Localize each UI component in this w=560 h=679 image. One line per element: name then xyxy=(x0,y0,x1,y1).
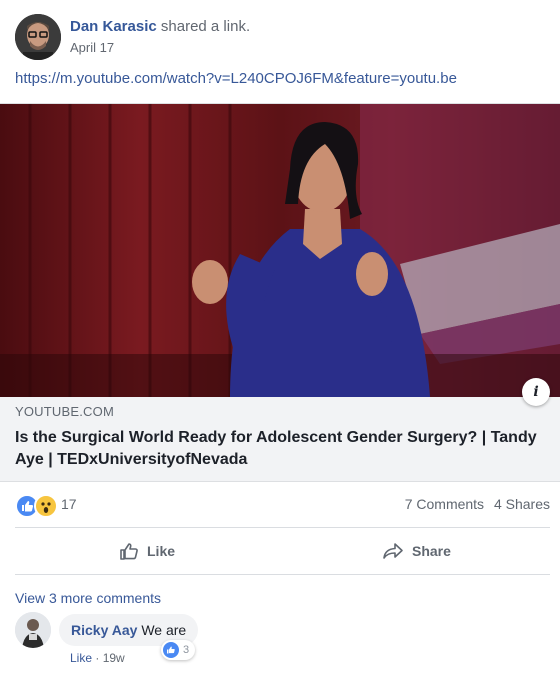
comment-reaction-count: 3 xyxy=(183,644,190,656)
like-reaction-icon xyxy=(163,642,179,658)
feed-post: Dan Karasic shared a link. April 17 http… xyxy=(0,0,560,679)
wow-reaction-icon xyxy=(34,494,58,518)
link-title[interactable]: Is the Surgical World Ready for Adolesce… xyxy=(15,427,550,471)
comment-text: We are xyxy=(141,622,187,638)
shares-count-link[interactable]: 4 Shares xyxy=(494,496,550,512)
stats-right: 7 Comments 4 Shares xyxy=(399,496,550,512)
link-domain: YOUTUBE.COM xyxy=(15,404,114,419)
like-button[interactable]: Like xyxy=(119,531,175,571)
author-line: Dan Karasic shared a link. xyxy=(70,18,250,35)
post-actions: Like Share xyxy=(15,531,550,571)
commenter-name-link[interactable]: Ricky Aay xyxy=(71,622,137,638)
reaction-count: 17 xyxy=(61,496,77,512)
author-name-link[interactable]: Dan Karasic xyxy=(70,18,157,35)
info-icon[interactable]: i xyxy=(522,378,550,406)
author-avatar[interactable] xyxy=(15,14,61,60)
like-button-label: Like xyxy=(147,543,176,559)
comment-like-link[interactable]: Like xyxy=(70,651,92,665)
comment-age-link[interactable]: 19w xyxy=(103,651,125,665)
comment-meta: Like · 19w xyxy=(70,651,125,665)
commenter-avatar[interactable] xyxy=(15,612,51,648)
link-preview-card[interactable]: i YOUTUBE.COM Is the Surgical World Read… xyxy=(0,103,560,482)
thumbs-up-icon xyxy=(120,543,138,560)
meta-separator: · xyxy=(95,651,100,665)
comment-reaction-badge[interactable]: 3 xyxy=(161,640,196,660)
share-button-label: Share xyxy=(412,543,451,559)
divider xyxy=(15,574,550,575)
post-action-text: shared a link. xyxy=(160,18,251,35)
video-thumbnail[interactable] xyxy=(0,104,560,397)
view-more-comments-link[interactable]: View 3 more comments xyxy=(15,590,161,606)
shared-url-link[interactable]: https://m.youtube.com/watch?v=L240CPOJ6F… xyxy=(15,70,457,87)
post-stats: 17 7 Comments 4 Shares xyxy=(15,492,550,518)
divider xyxy=(15,527,550,528)
share-button[interactable]: Share xyxy=(382,531,451,571)
post-date-link[interactable]: April 17 xyxy=(70,40,114,55)
comments-count-link[interactable]: 7 Comments xyxy=(405,496,484,512)
share-icon xyxy=(383,543,403,559)
